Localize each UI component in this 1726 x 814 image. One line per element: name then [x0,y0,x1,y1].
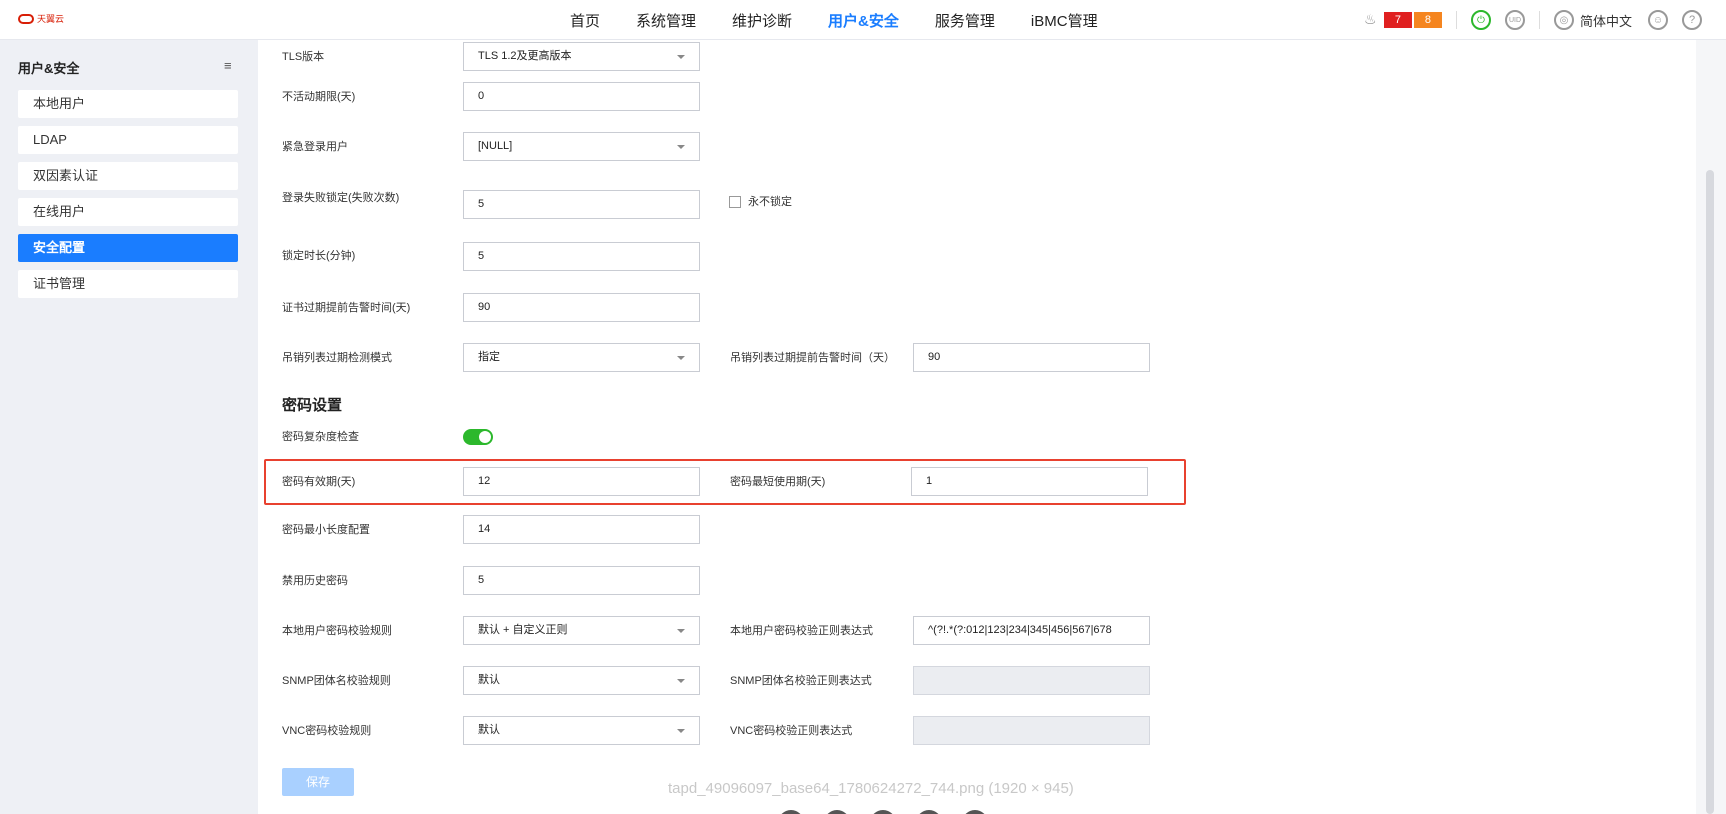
nav-item-user-security[interactable]: 用户&安全 [828,10,899,31]
sidebar-item-security-config[interactable]: 安全配置 [18,234,238,262]
logo-text: 天翼云 [37,14,65,24]
snmp-rule-label: SNMP团体名校验规则 [282,675,391,687]
tls-label: TLS版本 [282,51,325,63]
snmp-regex-input [913,666,1150,695]
crl-mode-select[interactable]: 指定 [463,343,700,372]
vnc-regex-label: VNC密码校验正则表达式 [730,725,853,737]
chevron-down-icon [677,356,685,360]
sidebar-title: 用户&安全 [18,61,80,76]
nav-item-system[interactable]: 系统管理 [636,10,696,31]
vnc-rule-value: 默认 [478,724,500,736]
emergency-user-value: [NULL] [478,140,513,152]
local-regex-input[interactable]: ^(?!.*(?:012|123|234|345|456|567|678 [913,616,1150,645]
local-rule-label: 本地用户密码校验规则 [282,625,392,637]
collapse-sidebar-icon[interactable]: ≡ [224,58,232,73]
rotate-right-icon[interactable] [962,810,988,814]
nav-item-maintenance[interactable]: 维护诊断 [732,10,792,31]
sidebar-item-certificates[interactable]: 证书管理 [18,270,238,298]
help-icon[interactable]: ? [1682,10,1702,30]
chevron-down-icon [677,629,685,633]
power-icon[interactable]: ⏻ [1470,10,1491,30]
cloud-logo-icon [18,13,34,24]
validity-label: 密码有效期(天) [282,476,356,488]
globe-icon[interactable]: ◎ [1553,10,1574,30]
never-lock-checkbox[interactable] [729,196,741,208]
vnc-rule-label: VNC密码校验规则 [282,725,372,737]
main-nav: 首页 系统管理 维护诊断 用户&安全 服务管理 iBMC管理 [570,0,1134,40]
vnc-rule-select[interactable]: 默认 [463,716,700,745]
save-button[interactable]: 保存 [282,768,354,796]
sidebar-item-online-users[interactable]: 在线用户 [18,198,238,226]
crl-mode-label: 吊销列表过期检测模式 [282,352,392,364]
crl-mode-value: 指定 [478,351,500,363]
logo[interactable]: 天翼云 [18,12,64,25]
history-input[interactable]: 5 [463,566,700,595]
min-length-input[interactable]: 14 [463,515,700,544]
complexity-toggle[interactable] [463,429,493,445]
top-bar: 天翼云 首页 系统管理 维护诊断 用户&安全 服务管理 iBMC管理 ♨ 7 8… [0,0,1726,40]
user-icon[interactable]: ☺ [1648,10,1668,30]
image-caption: tapd_49096097_base64_1780624272_744.png … [668,780,1074,797]
min-use-input[interactable]: 1 [911,467,1148,496]
major-alarm-badge[interactable]: 8 [1413,12,1442,28]
local-rule-select[interactable]: 默认 + 自定义正则 [463,616,700,645]
scrollbar-track[interactable] [1696,40,1726,814]
alarm-icon[interactable]: ♨ [1364,11,1378,29]
snmp-rule-select[interactable]: 默认 [463,666,700,695]
uid-icon[interactable]: UID [1504,10,1525,30]
crl-warn-input[interactable]: 90 [913,343,1150,372]
language-selector[interactable]: 简体中文 [1580,11,1632,30]
crl-warn-label: 吊销列表过期提前告警时间（天） [730,352,895,364]
lockout-input[interactable]: 5 [463,190,700,219]
lockout-label: 登录失败锁定(失败次数) [282,192,400,204]
critical-alarm-badge[interactable]: 7 [1383,12,1412,28]
rotate-left-icon[interactable] [916,810,942,814]
main-content: TLS版本 TLS 1.2及更高版本 不活动期限(天) 0 紧急登录用户 [NU… [258,40,1696,814]
divider [1455,11,1457,29]
min-length-label: 密码最小长度配置 [282,524,370,536]
nav-item-ibmc[interactable]: iBMC管理 [1031,10,1098,31]
chevron-down-icon [677,145,685,149]
inactive-label: 不活动期限(天) [282,91,356,103]
viewer-toolbar [778,810,988,814]
chevron-down-icon [677,55,685,59]
zoom-out-icon[interactable] [778,810,804,814]
cert-warn-label: 证书过期提前告警时间(天) [282,302,411,314]
lock-duration-label: 锁定时长(分钟) [282,250,356,262]
scrollbar-thumb[interactable] [1706,170,1714,814]
header-tools: ♨ 7 8 ⏻ UID ◎ 简体中文 ☺ ? [1364,0,1726,40]
emergency-user-label: 紧急登录用户 [282,141,348,153]
min-use-label: 密码最短使用期(天) [730,476,826,488]
sidebar-item-ldap[interactable]: LDAP [18,126,238,154]
sidebar-item-two-factor[interactable]: 双因素认证 [18,162,238,190]
cert-warn-input[interactable]: 90 [463,293,700,322]
sidebar: 用户&安全 ≡ 本地用户 LDAP 双因素认证 在线用户 安全配置 证书管理 [0,40,258,814]
snmp-rule-value: 默认 [478,674,500,686]
nav-item-services[interactable]: 服务管理 [935,10,995,31]
emergency-user-select[interactable]: [NULL] [463,132,700,161]
inactive-input[interactable]: 0 [463,82,700,111]
password-section-title: 密码设置 [282,397,343,414]
divider [1538,11,1540,29]
complexity-label: 密码复杂度检查 [282,431,359,443]
toggle-knob [479,431,491,443]
chevron-down-icon [677,679,685,683]
snmp-regex-label: SNMP团体名校验正则表达式 [730,675,872,687]
sidebar-item-local-users[interactable]: 本地用户 [18,90,238,118]
lock-duration-input[interactable]: 5 [463,242,700,271]
validity-input[interactable]: 12 [463,467,700,496]
history-label: 禁用历史密码 [282,575,348,587]
nav-item-home[interactable]: 首页 [570,10,600,31]
local-rule-value: 默认 + 自定义正则 [478,624,568,636]
tls-select-value: TLS 1.2及更高版本 [478,50,572,62]
never-lock-label: 永不锁定 [748,196,792,208]
zoom-in-icon[interactable] [824,810,850,814]
fit-icon[interactable] [870,810,896,814]
vnc-regex-input [913,716,1150,745]
tls-select[interactable]: TLS 1.2及更高版本 [463,42,700,71]
local-regex-label: 本地用户密码校验正则表达式 [730,625,873,637]
chevron-down-icon [677,729,685,733]
